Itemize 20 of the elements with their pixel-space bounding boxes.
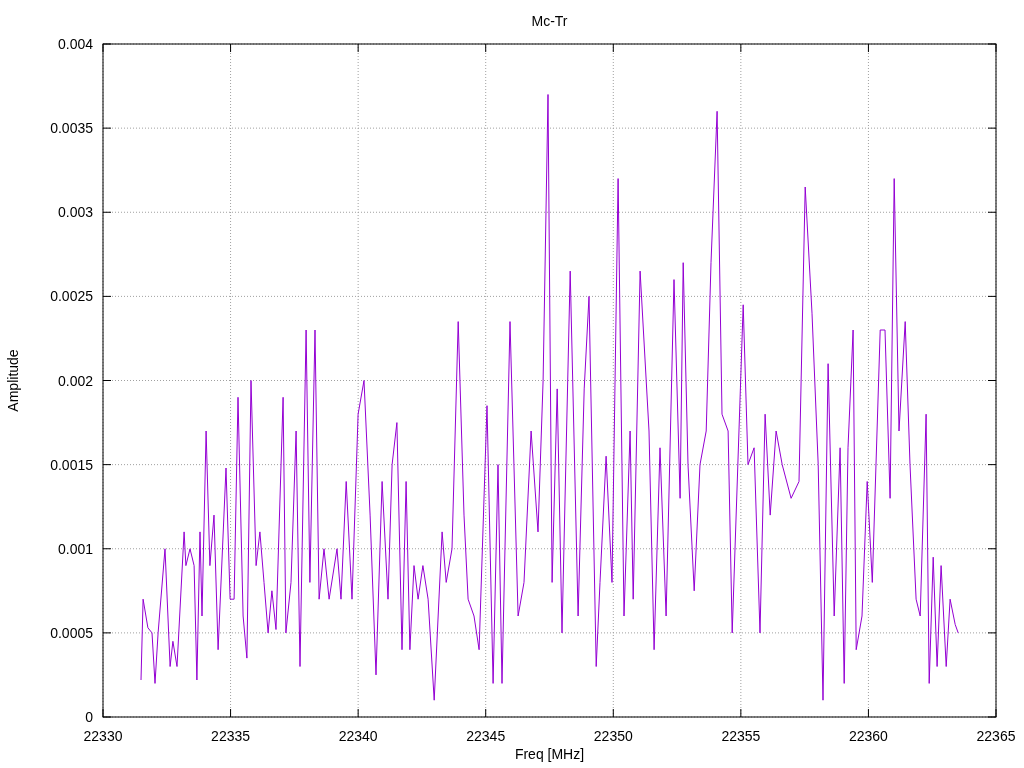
y-tick-label: 0.004 xyxy=(57,36,93,52)
x-tick-label: 22335 xyxy=(211,728,251,744)
x-tick-label: 22365 xyxy=(976,728,1016,744)
y-tick-label: 0.003 xyxy=(57,204,93,221)
x-tick-label: 22350 xyxy=(593,728,633,744)
chart-title: Mc-Tr xyxy=(531,13,568,29)
x-tick-label: 22360 xyxy=(848,728,888,744)
x-tick-label: 22340 xyxy=(338,728,378,744)
y-tick-label: 0.001 xyxy=(57,540,93,557)
y-tick-label: 0.0015 xyxy=(50,456,93,473)
x-axis-label: Freq [MHz] xyxy=(514,746,585,762)
y-axis-label: Amplitude xyxy=(5,349,21,412)
x-tick-label: 22345 xyxy=(466,728,506,744)
y-tick-label: 0.0035 xyxy=(50,120,93,137)
y-tick-label: 0.0025 xyxy=(50,288,93,305)
y-tick-label: 0 xyxy=(85,709,93,725)
x-tick-label: 22355 xyxy=(721,728,761,744)
x-tick-label: 22330 xyxy=(83,728,123,744)
y-tick-label: 0.0005 xyxy=(50,624,93,641)
y-tick-label: 0.002 xyxy=(57,372,93,389)
